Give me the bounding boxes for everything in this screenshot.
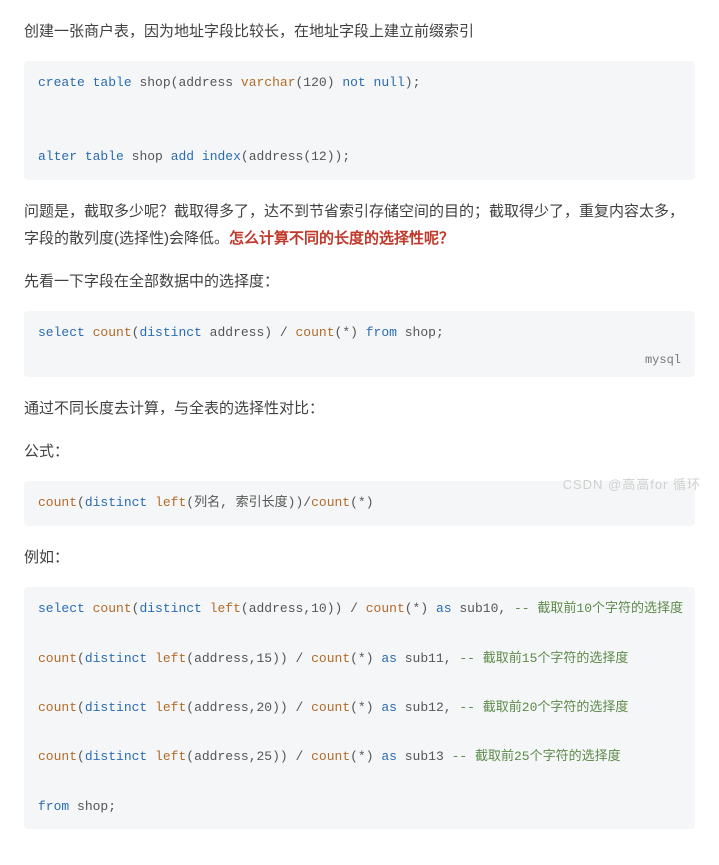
- sql-text: (: [77, 495, 85, 510]
- sql-text: shop(address: [139, 75, 233, 90]
- sql-text: (address,15)) /: [186, 651, 311, 666]
- sql-text: shop;: [69, 799, 116, 814]
- sql-comment: -- 截取前20个字符的选择度: [459, 700, 628, 715]
- sql-kw: select: [38, 601, 85, 616]
- sql-text: shop;: [397, 325, 444, 340]
- paragraph-example-label: 例如：: [24, 544, 695, 571]
- sql-kw: from: [38, 799, 69, 814]
- sql-func: left: [155, 700, 186, 715]
- sql-type: varchar: [241, 75, 296, 90]
- code-block-example: select count(distinct left(address,10)) …: [24, 587, 695, 829]
- paragraph-formula-label: 公式：: [24, 438, 695, 465]
- sql-text: [85, 601, 93, 616]
- code-block-create-table: create table shop(address varchar(120) n…: [24, 61, 695, 180]
- sql-kw: alter: [38, 149, 77, 164]
- sql-text: [147, 749, 155, 764]
- sql-kw: from: [366, 325, 397, 340]
- sql-kw: as: [381, 749, 397, 764]
- sql-kw: distinct: [85, 651, 147, 666]
- sql-kw: create: [38, 75, 85, 90]
- sql-text: address) /: [202, 325, 296, 340]
- sql-text: );: [405, 75, 421, 90]
- sql-text: (*): [350, 749, 381, 764]
- sql-text: sub12,: [397, 700, 459, 715]
- watermark: CSDN @高高for 循环: [563, 473, 701, 496]
- sql-func: left: [210, 601, 241, 616]
- paragraph-intro: 创建一张商户表，因为地址字段比较长，在地址字段上建立前缀索引: [24, 18, 695, 45]
- sql-text: (address,20)) /: [186, 700, 311, 715]
- sql-kw: select: [38, 325, 85, 340]
- sql-kw: not: [342, 75, 365, 90]
- sql-func: count: [311, 700, 350, 715]
- sql-text: (: [132, 601, 140, 616]
- sql-kw: distinct: [85, 749, 147, 764]
- sql-text: sub11,: [397, 651, 459, 666]
- sql-func: left: [155, 495, 186, 510]
- paragraph-question: 问题是，截取多少呢？截取得多了，达不到节省索引存储空间的目的；截取得少了，重复内…: [24, 198, 695, 252]
- sql-func: count: [311, 749, 350, 764]
- sql-func: count: [38, 749, 77, 764]
- sql-func: left: [155, 651, 186, 666]
- sql-text: (120): [296, 75, 335, 90]
- sql-text: sub13: [397, 749, 452, 764]
- sql-text: (*): [350, 700, 381, 715]
- emphasis-text: 怎么计算不同的长度的选择性呢？: [229, 230, 454, 247]
- sql-func: count: [311, 495, 350, 510]
- sql-func: count: [93, 325, 132, 340]
- sql-text: (*): [350, 651, 381, 666]
- sql-text: (*): [405, 601, 436, 616]
- sql-func: left: [155, 749, 186, 764]
- sql-text: [147, 700, 155, 715]
- sql-func: count: [38, 495, 77, 510]
- sql-text: (address,10)) /: [241, 601, 366, 616]
- sql-text: shop: [132, 149, 163, 164]
- sql-comment: -- 截取前15个字符的选择度: [459, 651, 628, 666]
- sql-text: (address,25)) /: [186, 749, 311, 764]
- sql-kw: distinct: [139, 601, 201, 616]
- sql-func: count: [93, 601, 132, 616]
- sql-text: [147, 651, 155, 666]
- sql-text: sub10,: [452, 601, 514, 616]
- sql-text: (: [77, 749, 85, 764]
- sql-kw: add: [171, 149, 194, 164]
- sql-func: count: [38, 700, 77, 715]
- sql-func: count: [366, 601, 405, 616]
- sql-kw: as: [381, 651, 397, 666]
- sql-comment: -- 截取前10个字符的选择度: [514, 601, 683, 616]
- sql-kw: table: [93, 75, 132, 90]
- sql-kw: table: [85, 149, 124, 164]
- sql-comment: -- 截取前25个字符的选择度: [452, 749, 621, 764]
- sql-text: (*): [335, 325, 366, 340]
- sql-text: [147, 495, 155, 510]
- sql-kw: distinct: [85, 700, 147, 715]
- sql-text: (address(12));: [241, 149, 350, 164]
- sql-kw: index: [202, 149, 241, 164]
- language-tag: mysql: [645, 349, 681, 372]
- paragraph-selectivity-intro: 先看一下字段在全部数据中的选择度：: [24, 268, 695, 295]
- sql-func: count: [311, 651, 350, 666]
- sql-func: count: [296, 325, 335, 340]
- sql-text: (*): [350, 495, 373, 510]
- sql-kw: distinct: [139, 325, 201, 340]
- code-block-select-count: select count(distinct address) / count(*…: [24, 311, 695, 378]
- sql-text: (列名, 索引长度))/: [186, 495, 311, 510]
- sql-text: (: [77, 700, 85, 715]
- sql-kw: as: [381, 700, 397, 715]
- sql-kw: as: [436, 601, 452, 616]
- paragraph-compare: 通过不同长度去计算，与全表的选择性对比：: [24, 395, 695, 422]
- sql-kw: distinct: [85, 495, 147, 510]
- sql-kw: null: [374, 75, 405, 90]
- sql-text: [202, 601, 210, 616]
- sql-func: count: [38, 651, 77, 666]
- sql-text: (: [77, 651, 85, 666]
